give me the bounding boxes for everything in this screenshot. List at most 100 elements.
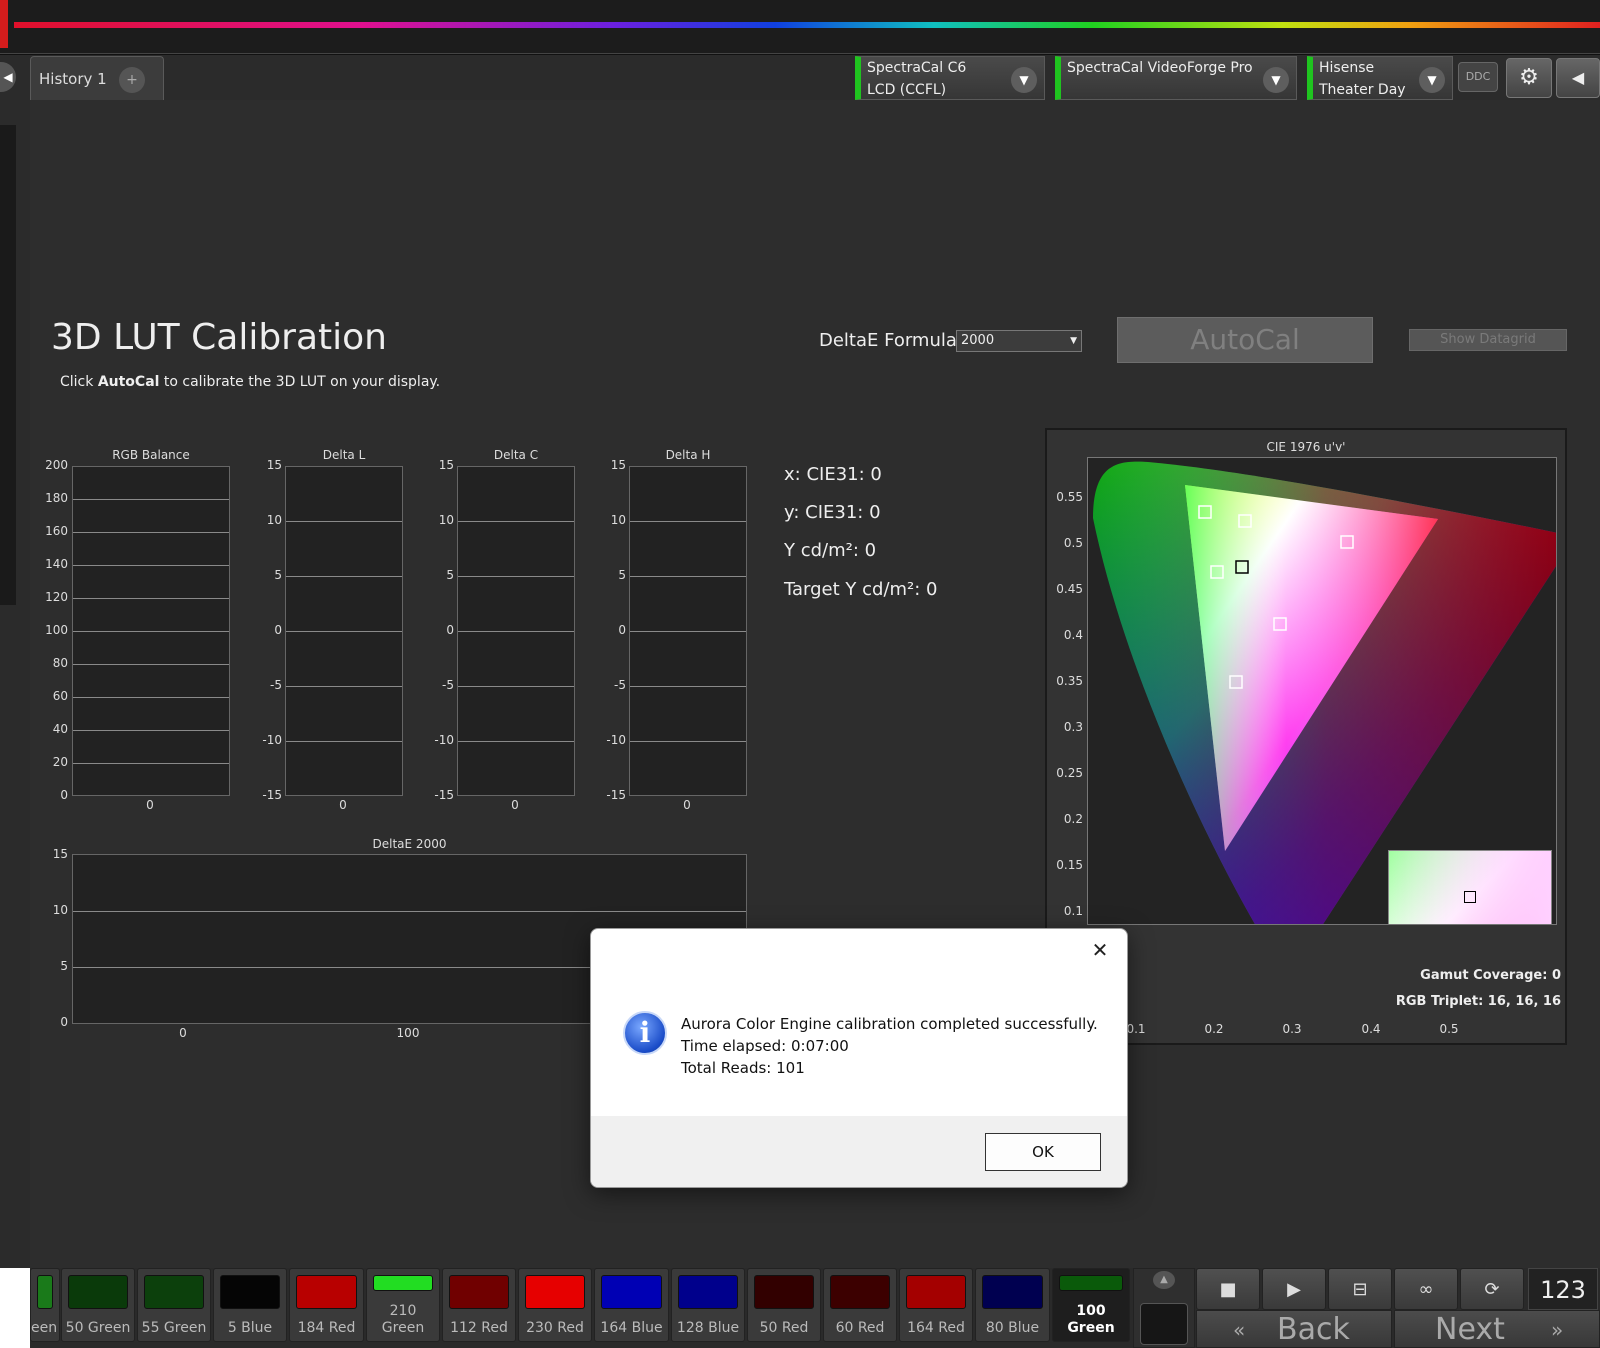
patch-label: 112 Red xyxy=(450,1320,508,1336)
tick-label: 140 xyxy=(45,557,68,571)
tick-label: 0.45 xyxy=(1056,582,1083,596)
display-selector[interactable]: Hisense Theater Day ▼ xyxy=(1307,56,1453,100)
gridline xyxy=(458,576,574,577)
ok-button[interactable]: OK xyxy=(985,1133,1101,1171)
chevron-left-icon[interactable]: ◀ xyxy=(1556,58,1600,98)
gridline xyxy=(458,686,574,687)
patch-label: 80 Blue xyxy=(985,1320,1040,1336)
meter-selector[interactable]: SpectraCal C6 LCD (CCFL) ▼ xyxy=(855,56,1045,100)
tick-label: 0.25 xyxy=(1056,766,1083,780)
patch-swatch[interactable]: 100 Green xyxy=(1052,1268,1130,1342)
tick-label: 5 xyxy=(618,568,626,582)
gridline xyxy=(73,697,229,698)
close-icon[interactable]: ✕ xyxy=(1085,937,1115,963)
gridline xyxy=(286,631,402,632)
gridline xyxy=(286,521,402,522)
gridline xyxy=(458,741,574,742)
tick-label: 0.4 xyxy=(1361,1022,1381,1036)
play-icon[interactable]: ▶ xyxy=(1262,1268,1326,1310)
generator-selector[interactable]: SpectraCal VideoForge Pro ▼ xyxy=(1055,56,1297,100)
deltae-formula-select[interactable]: 2000 ▼ xyxy=(956,330,1082,352)
tick-label: 0.1 xyxy=(1063,904,1083,918)
counter-display[interactable]: 123 xyxy=(1528,1268,1598,1310)
measure-once-icon[interactable]: ⊟ xyxy=(1328,1268,1392,1310)
add-tab-button[interactable]: + xyxy=(119,67,145,93)
gridline xyxy=(630,576,746,577)
tick-label: 5 xyxy=(274,568,282,582)
reading-y: y: CIE31: 0 xyxy=(784,502,881,523)
patch-swatch[interactable]: 128 Blue xyxy=(671,1268,745,1342)
deltae-title: DeltaE 2000 xyxy=(372,837,447,851)
stop-icon[interactable]: ■ xyxy=(1196,1268,1260,1310)
reading-x: x: CIE31: 0 xyxy=(784,464,882,485)
tick-label: -5 xyxy=(442,678,454,692)
patch-color-chip xyxy=(220,1275,280,1309)
tick-label: 10 xyxy=(266,513,282,527)
patch-swatch[interactable]: 55 Green xyxy=(137,1268,211,1342)
patch-label: 164 Blue xyxy=(600,1320,663,1336)
tick-label: 10 xyxy=(438,513,454,527)
app-window: ◀ History 1 + SpectraCal C6 LCD (CCFL) ▼… xyxy=(0,0,1600,1348)
patch-color-chip xyxy=(906,1275,966,1309)
patch-swatch[interactable]: 230 Red xyxy=(518,1268,592,1342)
patch-label: 50 Green xyxy=(65,1320,131,1336)
tick-label: 160 xyxy=(45,524,68,538)
tick-label: 0 xyxy=(60,1015,68,1029)
tab-history-1[interactable]: History 1 + xyxy=(30,56,164,100)
show-datagrid-button[interactable]: Show Datagrid xyxy=(1409,329,1567,351)
tick-label: 10 xyxy=(610,513,626,527)
patch-swatch[interactable]: 112 Red xyxy=(442,1268,516,1342)
ddc-button[interactable]: DDC xyxy=(1458,62,1498,92)
patch-swatch[interactable]: 80 Blue xyxy=(975,1268,1050,1342)
autocal-button[interactable]: AutoCal xyxy=(1117,317,1373,363)
patch-swatch[interactable]: 164 Blue xyxy=(594,1268,669,1342)
gridline xyxy=(630,521,746,522)
chevron-down-icon[interactable]: ▼ xyxy=(1011,67,1037,93)
chevron-up-icon[interactable]: ▲ xyxy=(1153,1271,1175,1289)
delta-l-title: Delta L xyxy=(322,448,366,462)
tick-label: 0.35 xyxy=(1056,674,1083,688)
tick-label: 200 xyxy=(45,458,68,472)
patch-swatch[interactable]: 5 Blue xyxy=(213,1268,287,1342)
double-chevron-left-icon: « xyxy=(1233,1318,1246,1342)
patch-label: 184 Red xyxy=(297,1320,356,1336)
next-button[interactable]: Next » xyxy=(1394,1310,1600,1348)
gridline xyxy=(458,631,574,632)
tick-label: 5 xyxy=(446,568,454,582)
gear-icon[interactable]: ⚙ xyxy=(1506,58,1552,98)
chevron-down-icon[interactable]: ▼ xyxy=(1419,67,1445,93)
patch-color-chip xyxy=(525,1275,585,1309)
gridline xyxy=(73,730,229,731)
patch-swatch[interactable]: 210 Green xyxy=(366,1268,440,1342)
continuous-icon[interactable]: ∞ xyxy=(1394,1268,1458,1310)
chevron-down-icon[interactable]: ▼ xyxy=(1263,67,1289,93)
patch-swatch[interactable]: een xyxy=(30,1268,60,1342)
delta-c-title: Delta C xyxy=(493,448,539,462)
tick-label: -5 xyxy=(614,678,626,692)
patch-preview-box: ▲ xyxy=(1133,1268,1195,1348)
back-button[interactable]: « Back xyxy=(1196,1310,1392,1348)
tick-label: 0 xyxy=(274,623,282,637)
refresh-icon[interactable]: ⟳ xyxy=(1460,1268,1524,1310)
left-panel xyxy=(0,125,16,605)
tick-label: 0.55 xyxy=(1056,490,1083,504)
reading-target-luminance: Target Y cd/m²: 0 xyxy=(784,579,938,600)
back-label: Back xyxy=(1277,1312,1350,1347)
tick-label: 120 xyxy=(45,590,68,604)
gridline xyxy=(73,598,229,599)
current-patch-preview xyxy=(1140,1303,1188,1345)
gridline xyxy=(630,631,746,632)
tick-label: 15 xyxy=(438,458,454,472)
patch-swatch[interactable]: 50 Red xyxy=(747,1268,821,1342)
gridline xyxy=(73,532,229,533)
patch-swatch[interactable]: 50 Green xyxy=(61,1268,135,1342)
tick-label: 15 xyxy=(52,847,68,861)
double-chevron-right-icon: » xyxy=(1551,1318,1564,1342)
tick-label: 15 xyxy=(610,458,626,472)
patch-swatch[interactable]: 184 Red xyxy=(289,1268,364,1342)
patch-swatch[interactable]: 60 Red xyxy=(823,1268,897,1342)
deltae-formula-label: DeltaE Formula xyxy=(819,330,957,351)
patch-swatch[interactable]: 164 Red xyxy=(899,1268,973,1342)
tick-label: 0.3 xyxy=(1063,720,1083,734)
gridline xyxy=(630,741,746,742)
